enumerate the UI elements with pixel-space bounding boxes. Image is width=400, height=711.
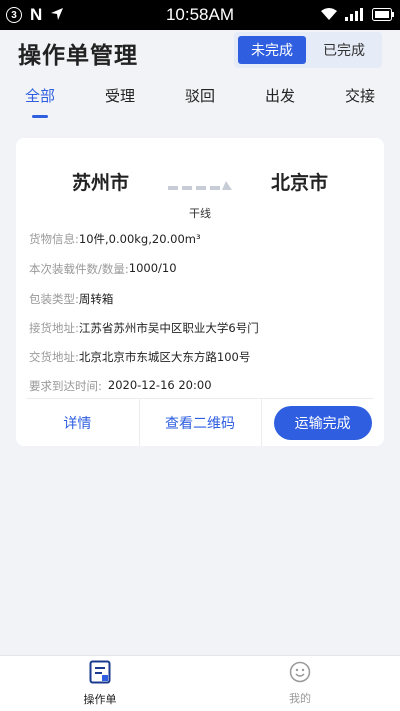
delivery-address-label: 交货地址: xyxy=(29,350,79,364)
load-count-value: 1000/10 xyxy=(128,261,177,275)
route: 苏州市 北京市 xyxy=(16,168,384,198)
package-type-row: 包装类型: 周转箱 xyxy=(29,291,113,307)
tab-all[interactable]: 全部 xyxy=(0,74,80,120)
battery-icon xyxy=(372,6,394,25)
bottom-navigation: 操作单 我的 xyxy=(0,655,400,711)
delivery-address-row: 交货地址: 北京北京市东城区大东方路100号 xyxy=(29,349,250,365)
header: 操作单管理 未完成 已完成 xyxy=(0,30,400,72)
order-card: 苏州市 北京市 干线 货物信息: 10件,0.00kg,20.00m³ 本次装载… xyxy=(16,138,384,446)
complete-action-cell: 运输完成 xyxy=(261,399,384,446)
tab-rejected[interactable]: 驳回 xyxy=(160,74,240,120)
segment-incomplete[interactable]: 未完成 xyxy=(238,36,306,64)
required-arrival-value: 2020-12-16 20:00 xyxy=(107,378,212,392)
nav-orders-label: 操作单 xyxy=(83,693,117,706)
destination-city: 北京市 xyxy=(270,172,328,194)
required-arrival-label: 要求到达时间: xyxy=(29,379,102,393)
package-type-label: 包装类型: xyxy=(29,292,79,306)
route-arrow-icon xyxy=(166,178,234,197)
page-title: 操作单管理 xyxy=(18,43,138,69)
load-count-label: 本次装载件数/数量: xyxy=(29,262,129,276)
notification-count-badge: 3 xyxy=(6,7,22,23)
signal-icon xyxy=(345,6,365,25)
status-bar: 3 N 10:58AM xyxy=(0,0,400,30)
tab-handover[interactable]: 交接 xyxy=(320,74,400,120)
pickup-address-value: 江苏省苏州市吴中区职业大学6号门 xyxy=(78,321,259,335)
origin-city: 苏州市 xyxy=(72,172,130,194)
required-arrival-row: 要求到达时间: 2020-12-16 20:00 xyxy=(29,378,212,394)
smiley-icon xyxy=(289,661,311,687)
nav-profile[interactable]: 我的 xyxy=(200,656,400,711)
cargo-info-label: 货物信息: xyxy=(29,232,79,246)
cargo-info-value: 10件,0.00kg,20.00m³ xyxy=(78,232,201,246)
tab-departed[interactable]: 出发 xyxy=(240,74,320,120)
location-arrow-icon xyxy=(50,6,64,25)
nav-profile-label: 我的 xyxy=(289,692,311,705)
clipboard-icon xyxy=(89,660,111,688)
view-qr-code-button[interactable]: 查看二维码 xyxy=(138,399,262,446)
tab-bar: 全部 受理 驳回 出发 交接 xyxy=(0,72,400,122)
nav-orders[interactable]: 操作单 xyxy=(0,656,200,711)
status-bar-left: 3 N xyxy=(0,5,140,25)
status-bar-right xyxy=(320,6,394,25)
route-type: 干线 xyxy=(189,207,211,220)
status-segmented-control: 未完成 已完成 xyxy=(234,32,382,68)
wifi-icon xyxy=(320,6,338,25)
load-count-row: 本次装载件数/数量: 1000/10 xyxy=(29,261,177,277)
segment-completed[interactable]: 已完成 xyxy=(310,36,378,64)
delivery-address-value: 北京北京市东城区大东方路100号 xyxy=(78,350,251,364)
pickup-address-label: 接货地址: xyxy=(29,321,79,335)
details-button[interactable]: 详情 xyxy=(16,399,139,446)
card-actions: 详情 查看二维码 运输完成 xyxy=(16,399,384,446)
package-type-value: 周转箱 xyxy=(78,292,114,306)
n-notification-icon: N xyxy=(30,5,43,24)
tab-accepted[interactable]: 受理 xyxy=(80,74,160,120)
transport-complete-button[interactable]: 运输完成 xyxy=(273,405,372,440)
cargo-info-row: 货物信息: 10件,0.00kg,20.00m³ xyxy=(29,231,201,247)
pickup-address-row: 接货地址: 江苏省苏州市吴中区职业大学6号门 xyxy=(29,320,259,336)
